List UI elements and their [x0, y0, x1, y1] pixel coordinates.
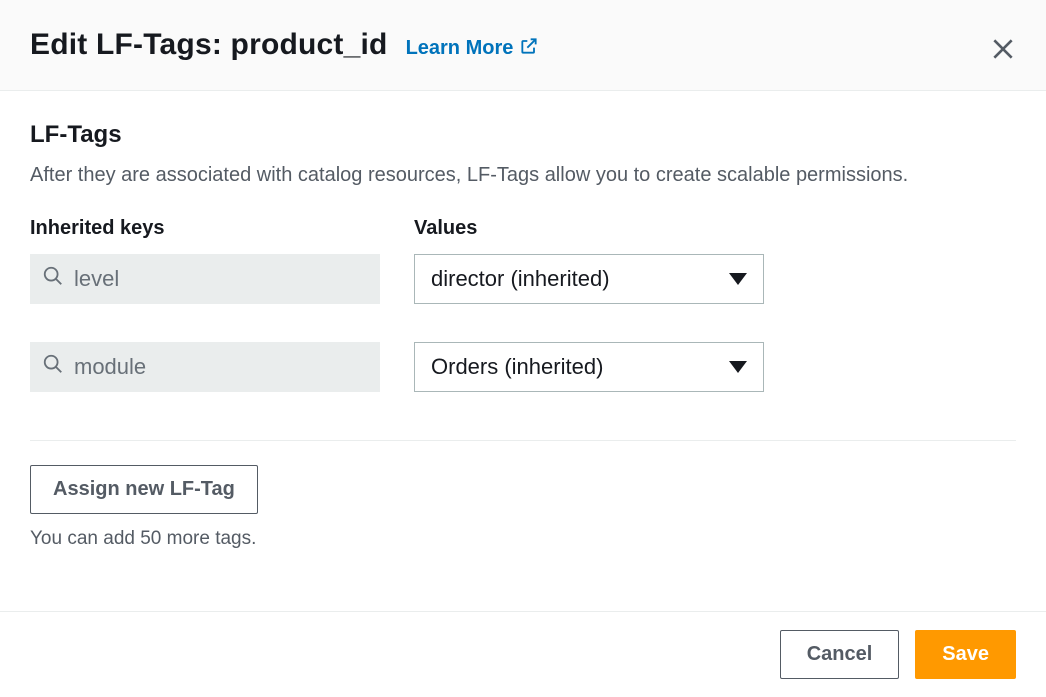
divider [30, 440, 1016, 441]
search-icon [42, 265, 74, 293]
assign-new-lf-tag-button[interactable]: Assign new LF-Tag [30, 465, 258, 514]
close-button[interactable] [986, 32, 1020, 69]
dialog-title: Edit LF-Tags: product_id [30, 28, 388, 62]
close-icon [990, 50, 1016, 65]
dialog-body: LF-Tags After they are associated with c… [0, 91, 1046, 550]
value-select[interactable]: Orders (inherited) [414, 342, 764, 392]
learn-more-link[interactable]: Learn More [406, 36, 540, 62]
value-select-label: director (inherited) [431, 266, 610, 292]
learn-more-label: Learn More [406, 37, 514, 60]
search-icon [42, 353, 74, 381]
value-select[interactable]: director (inherited) [414, 254, 764, 304]
tag-columns: Inherited keys level module Values direc… [30, 217, 1016, 430]
external-link-icon [519, 36, 539, 62]
inherited-keys-column: Inherited keys level module [30, 217, 380, 430]
tag-limit-hint: You can add 50 more tags. [30, 528, 1016, 550]
section-description: After they are associated with catalog r… [30, 161, 1016, 189]
values-column: Values director (inherited) Orders (inhe… [414, 217, 764, 430]
inherited-key-field[interactable]: level [30, 254, 380, 304]
section-title: LF-Tags [30, 121, 1016, 149]
inherited-key-field[interactable]: module [30, 342, 380, 392]
dialog-footer: Cancel Save [0, 611, 1046, 697]
chevron-down-icon [729, 273, 747, 285]
inherited-keys-header: Inherited keys [30, 217, 380, 240]
dialog-header: Edit LF-Tags: product_id Learn More [0, 0, 1046, 91]
chevron-down-icon [729, 361, 747, 373]
values-header: Values [414, 217, 764, 240]
value-select-label: Orders (inherited) [431, 354, 603, 380]
inherited-key-value: level [74, 266, 119, 292]
inherited-key-value: module [74, 354, 146, 380]
save-button[interactable]: Save [915, 630, 1016, 679]
cancel-button[interactable]: Cancel [780, 630, 900, 679]
